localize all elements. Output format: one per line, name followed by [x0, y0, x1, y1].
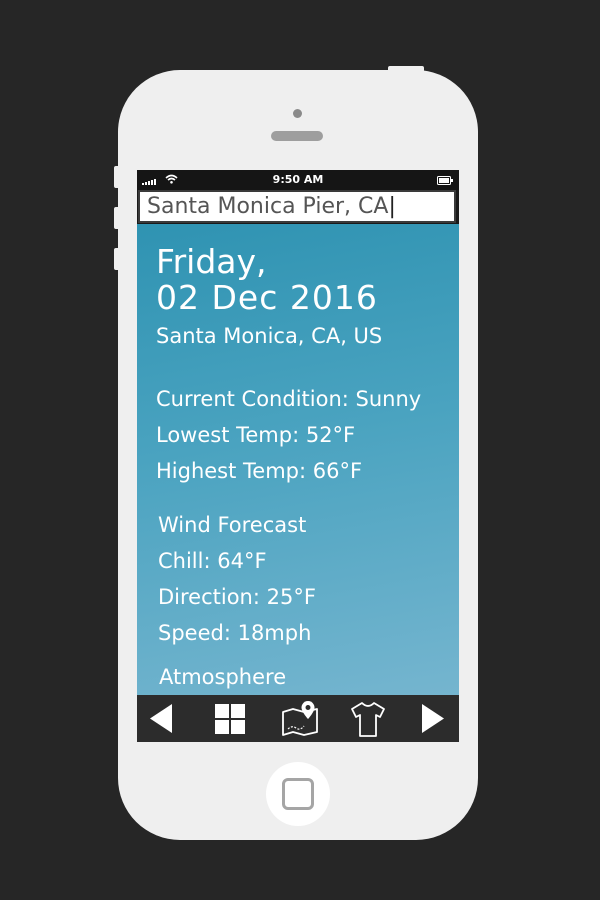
lowest-temp: Lowest Temp: 52°F [156, 423, 356, 447]
search-input[interactable]: Santa Monica Pier, CA| [138, 190, 456, 223]
weather-date: 02 Dec 2016 [156, 278, 378, 317]
search-input-value: Santa Monica Pier, CA [147, 194, 389, 219]
forward-arrow-icon [422, 704, 444, 733]
map-pin-icon [282, 701, 318, 736]
highest-temp: Highest Temp: 66°F [156, 459, 363, 483]
atmosphere-heading: Atmosphere [159, 665, 287, 689]
status-bar: 9:50 AM [137, 170, 459, 190]
clothing-button[interactable] [348, 699, 388, 739]
back-button[interactable] [141, 699, 181, 739]
wind-speed: Speed: 18mph [158, 621, 312, 645]
mute-switch [114, 166, 120, 188]
battery-icon [437, 176, 453, 185]
earpiece-speaker [271, 131, 323, 141]
weather-content[interactable]: Friday, 02 Dec 2016 Santa Monica, CA, US… [137, 224, 459, 695]
volume-up-button [114, 207, 120, 229]
map-button[interactable] [280, 699, 320, 739]
home-button[interactable] [266, 762, 330, 826]
phone-screen: 9:50 AM Santa Monica Pier, CA| Friday, 0… [137, 170, 459, 742]
shirt-icon [351, 702, 385, 737]
front-camera [293, 109, 302, 118]
back-arrow-icon [150, 704, 172, 733]
wind-forecast-heading: Wind Forecast [158, 513, 307, 537]
power-button [388, 66, 424, 72]
status-time: 9:50 AM [272, 173, 324, 186]
weather-day: Friday, [156, 242, 267, 281]
text-caret: | [388, 194, 396, 219]
home-square-icon [282, 778, 314, 810]
current-condition: Current Condition: Sunny [156, 387, 422, 411]
volume-down-button [114, 248, 120, 270]
wind-chill: Chill: 64°F [158, 549, 267, 573]
grid-icon [215, 704, 245, 734]
weather-location: Santa Monica, CA, US [156, 324, 383, 348]
wind-direction: Direction: 25°F [158, 585, 316, 609]
forward-button[interactable] [413, 699, 453, 739]
bottom-nav-bar [137, 695, 459, 742]
grid-button[interactable] [210, 699, 250, 739]
